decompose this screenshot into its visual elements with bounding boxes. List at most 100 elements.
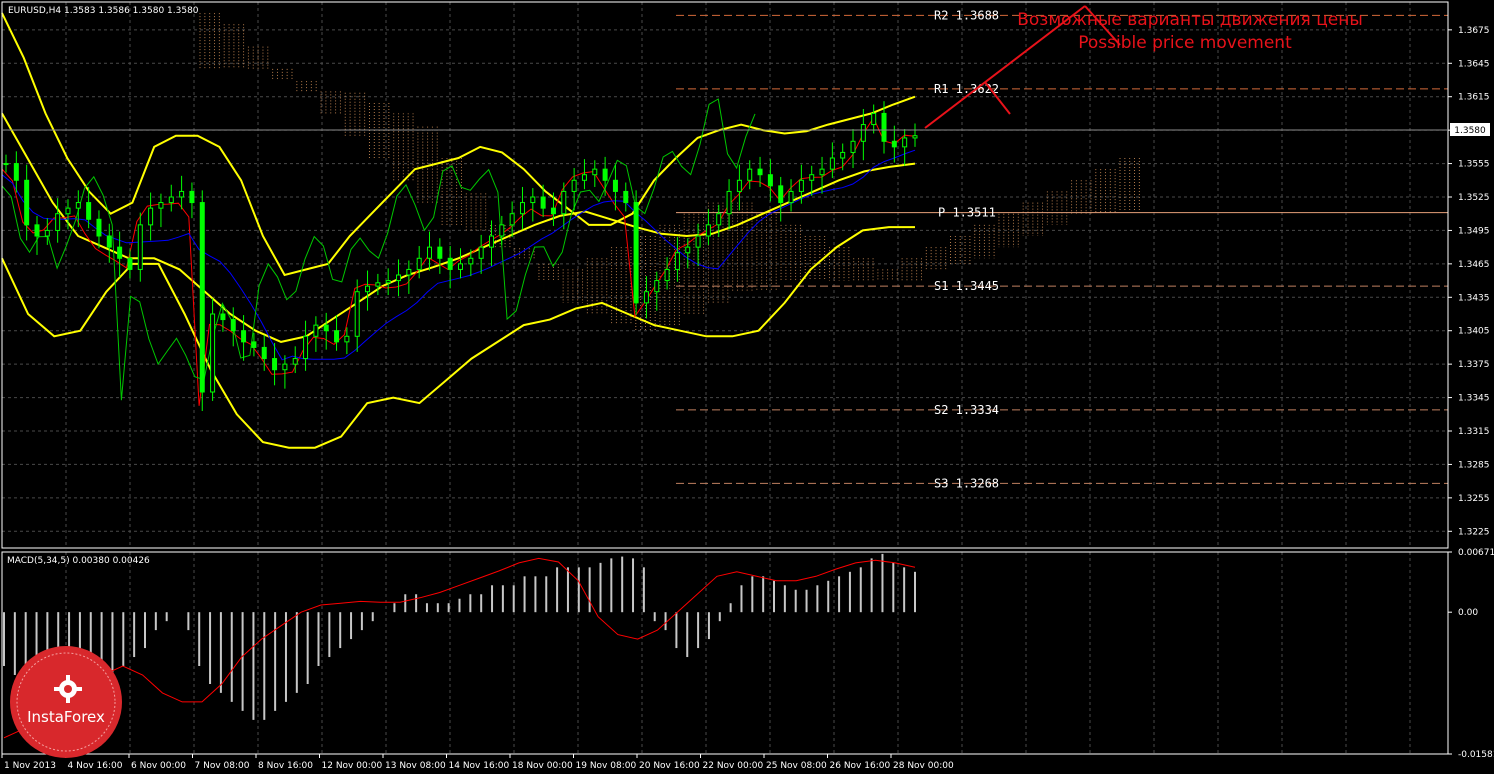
candle-body xyxy=(819,168,825,176)
candle-body xyxy=(158,202,164,209)
candle-body xyxy=(519,202,525,215)
candle-body xyxy=(726,190,732,215)
time-tick-label: 4 Nov 16:00 xyxy=(68,761,123,771)
time-tick-label: 6 Nov 00:00 xyxy=(131,761,186,771)
candle-body xyxy=(664,268,670,282)
price-tick-label: 1.3555 xyxy=(1458,160,1490,170)
candle-body xyxy=(788,190,794,204)
candle-body xyxy=(313,324,319,337)
candle-body xyxy=(44,229,50,237)
candle-body xyxy=(210,313,216,393)
candle-body xyxy=(189,190,195,204)
candle-body xyxy=(871,112,877,126)
time-tick-label: 1 Nov 2013 xyxy=(4,761,56,771)
price-tick-label: 1.3675 xyxy=(1458,26,1490,36)
candle-body xyxy=(323,324,329,332)
price-tick-label: 1.3375 xyxy=(1458,360,1490,370)
price-tick-label: 1.3405 xyxy=(1458,327,1490,337)
candle-body xyxy=(602,168,608,181)
candle-body xyxy=(168,196,174,204)
candle-body xyxy=(581,174,587,181)
annotation-english: Possible price movement xyxy=(1078,33,1292,53)
candle-body xyxy=(612,179,618,192)
candle-body xyxy=(220,313,226,321)
price-tick-label: 1.3495 xyxy=(1458,226,1490,236)
candle-body xyxy=(674,252,680,270)
candle-body xyxy=(396,274,402,282)
time-tick-label: 12 Nov 00:00 xyxy=(322,761,383,771)
candle-body xyxy=(540,196,546,209)
candle-body xyxy=(344,335,350,343)
candle-body xyxy=(427,246,433,259)
logo-text: InstaForex xyxy=(27,708,105,726)
candle-body xyxy=(767,174,773,187)
annotation-russian: Возможные варианты движения цены xyxy=(1017,10,1363,30)
candle-body xyxy=(272,358,278,371)
candle-body xyxy=(705,224,711,237)
candle-body xyxy=(778,185,784,204)
candle-body xyxy=(241,330,247,343)
level-label-s3: S3 1.3268 xyxy=(934,476,999,490)
macd-tick-label: -0.01581 xyxy=(1458,750,1494,760)
candle-body xyxy=(530,196,536,204)
candle-body xyxy=(468,257,474,265)
candle-body xyxy=(96,218,102,237)
time-tick-label: 14 Nov 16:00 xyxy=(449,761,510,771)
candle-body xyxy=(106,235,112,248)
candle-body xyxy=(550,207,556,215)
candle-body xyxy=(654,280,660,293)
candle-body xyxy=(127,257,133,270)
candle-body xyxy=(416,257,422,270)
candle-body xyxy=(385,280,391,284)
time-tick-label: 19 Nov 08:00 xyxy=(576,761,637,771)
price-tick-label: 1.3315 xyxy=(1458,427,1490,437)
instaforex-logo[interactable]: InstaForex xyxy=(10,646,122,758)
macd-tick-label: 0.00671 xyxy=(1458,548,1494,558)
candle-body xyxy=(375,282,381,287)
price-tick-label: 1.3465 xyxy=(1458,260,1490,270)
macd-tick-label: 0.00 xyxy=(1458,608,1478,618)
candle-body xyxy=(850,140,856,153)
price-tick-label: 1.3345 xyxy=(1458,394,1490,404)
time-tick-label: 13 Nov 08:00 xyxy=(385,761,446,771)
candle-body xyxy=(881,112,887,142)
candle-body xyxy=(829,157,835,170)
price-tick-label: 1.3615 xyxy=(1458,93,1490,103)
candle-body xyxy=(117,246,123,259)
candle-body xyxy=(499,224,505,237)
time-tick-label: 26 Nov 16:00 xyxy=(830,761,891,771)
candle-body xyxy=(561,190,567,215)
level-label-s1: S1 1.3445 xyxy=(934,279,999,293)
candle-body xyxy=(230,319,236,332)
candle-body xyxy=(261,346,267,360)
time-tick-label: 7 Nov 08:00 xyxy=(195,761,250,771)
candle-body xyxy=(643,291,649,304)
candle-body xyxy=(75,202,81,209)
level-label-r2: R2 1.3688 xyxy=(934,8,999,22)
candle-body xyxy=(251,341,257,348)
candle-body xyxy=(199,202,205,393)
time-tick-label: 25 Nov 08:00 xyxy=(766,761,827,771)
candle-body xyxy=(840,151,846,159)
candle-body xyxy=(406,268,412,276)
level-label-p: P 1.3511 xyxy=(938,206,996,220)
level-label-s2: S2 1.3334 xyxy=(934,403,999,417)
price-tick-label: 1.3255 xyxy=(1458,494,1490,504)
candle-body xyxy=(437,246,443,259)
candle-body xyxy=(736,179,742,192)
price-tick-label: 1.3285 xyxy=(1458,460,1490,470)
candle-body xyxy=(137,224,143,270)
candle-body xyxy=(571,179,577,192)
candle-body xyxy=(179,190,185,198)
time-tick-label: 20 Nov 16:00 xyxy=(639,761,700,771)
price-tick-label: 1.3525 xyxy=(1458,193,1490,203)
candle-body xyxy=(55,213,61,231)
candle-body xyxy=(757,168,763,176)
time-tick-label: 8 Nov 16:00 xyxy=(258,761,313,771)
time-tick-label: 18 Nov 00:00 xyxy=(512,761,573,771)
candle-body xyxy=(458,263,463,270)
candle-body xyxy=(488,235,494,248)
price-tick-label: 1.3435 xyxy=(1458,293,1490,303)
chart-background xyxy=(0,0,1494,774)
candle-body xyxy=(912,135,918,139)
